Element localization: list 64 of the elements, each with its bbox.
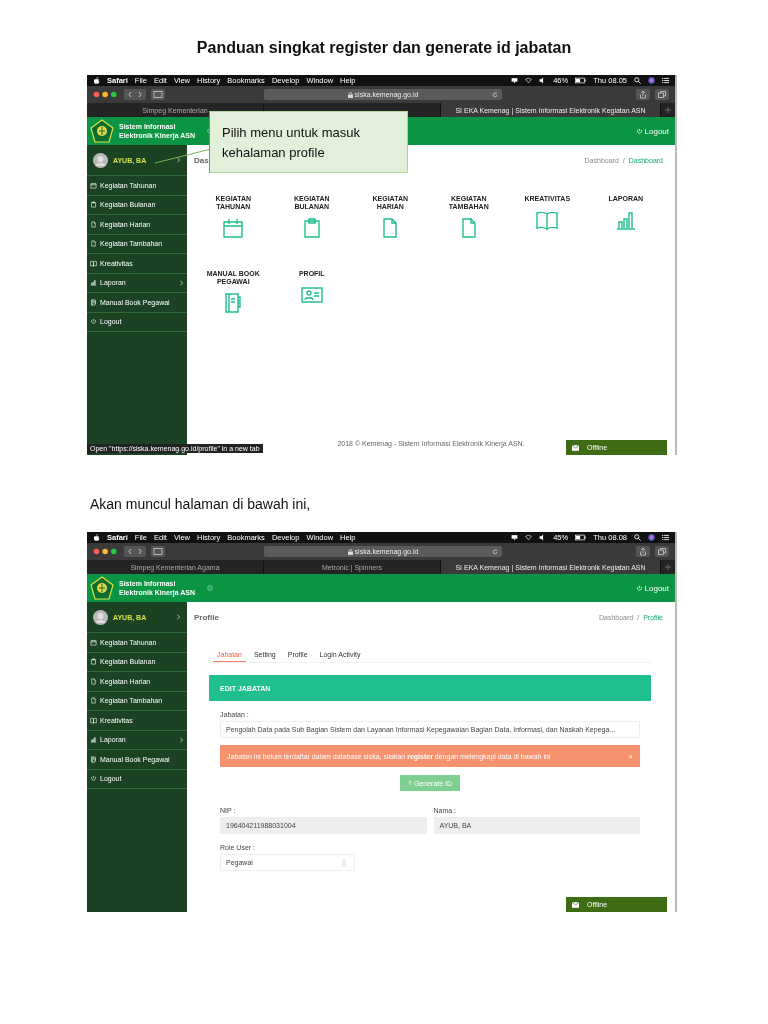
envelope-icon [572,444,579,451]
power-icon [90,318,97,326]
avatar-icon [93,609,108,625]
lock-icon [347,91,353,98]
list-icon[interactable] [662,77,669,84]
power-icon [635,127,643,135]
logo-icon [90,576,114,600]
calendar-icon [90,181,97,189]
battery-icon[interactable] [575,534,587,541]
book-icon [90,259,97,267]
calendar-icon [90,638,97,646]
reload-icon[interactable] [492,91,498,98]
share-button[interactable] [636,89,650,100]
search-icon[interactable] [634,77,641,84]
callout-tooltip: Pilih menu untuk masuk kehalaman profile [209,111,408,173]
bar-chart-icon [90,279,97,287]
caption: Akan muncul halaman di bawah ini, [90,497,312,511]
menu-toggle-icon[interactable] [207,585,213,591]
siri-icon[interactable] [648,77,655,84]
document-icon [90,220,97,228]
sidebar-button[interactable] [151,89,165,100]
wifi-icon[interactable] [525,77,533,84]
chevron-icon [179,736,184,743]
clipboard-icon [90,201,97,209]
list-icon[interactable] [662,534,669,541]
notebook-icon [90,755,97,763]
logout-link[interactable]: Logout [635,583,669,593]
siri-icon[interactable] [648,534,655,541]
tabs-button[interactable] [655,89,669,100]
back-forward-button[interactable] [124,546,146,557]
tabs-button[interactable] [655,546,669,557]
page-heading: Das [194,155,209,165]
share-button[interactable] [636,546,650,557]
window-controls-icon[interactable] [93,91,119,98]
apple-icon[interactable] [93,534,100,541]
book-icon [90,716,97,724]
window-controls-icon[interactable] [93,548,119,555]
calendar-icon [221,216,246,240]
power-icon [90,775,97,783]
avatar-icon [93,152,108,168]
reload-icon[interactable] [492,548,498,555]
page-heading: Profile [194,612,219,622]
document-icon [90,677,97,685]
upload-icon [407,780,412,786]
notebook-icon [90,298,97,306]
wifi-icon[interactable] [525,534,533,541]
power-icon [635,584,643,592]
logout-link[interactable]: Logout [635,126,669,136]
sidebar-button[interactable] [151,546,165,557]
envelope-icon [572,901,579,908]
logo-icon [90,119,114,143]
search-icon[interactable] [634,534,641,541]
bar-chart-icon [90,736,97,744]
clipboard-icon [90,658,97,666]
battery-icon[interactable] [575,77,587,84]
display-icon[interactable] [511,77,519,84]
lock-icon [347,548,353,555]
chevron-icon [179,279,184,286]
document-icon [90,697,97,705]
back-forward-button[interactable] [124,89,146,100]
display-icon[interactable] [511,534,519,541]
document-icon [90,240,97,248]
apple-icon[interactable] [93,77,100,84]
document-title: Panduan singkat register dan generate id jabatan [195,38,573,58]
